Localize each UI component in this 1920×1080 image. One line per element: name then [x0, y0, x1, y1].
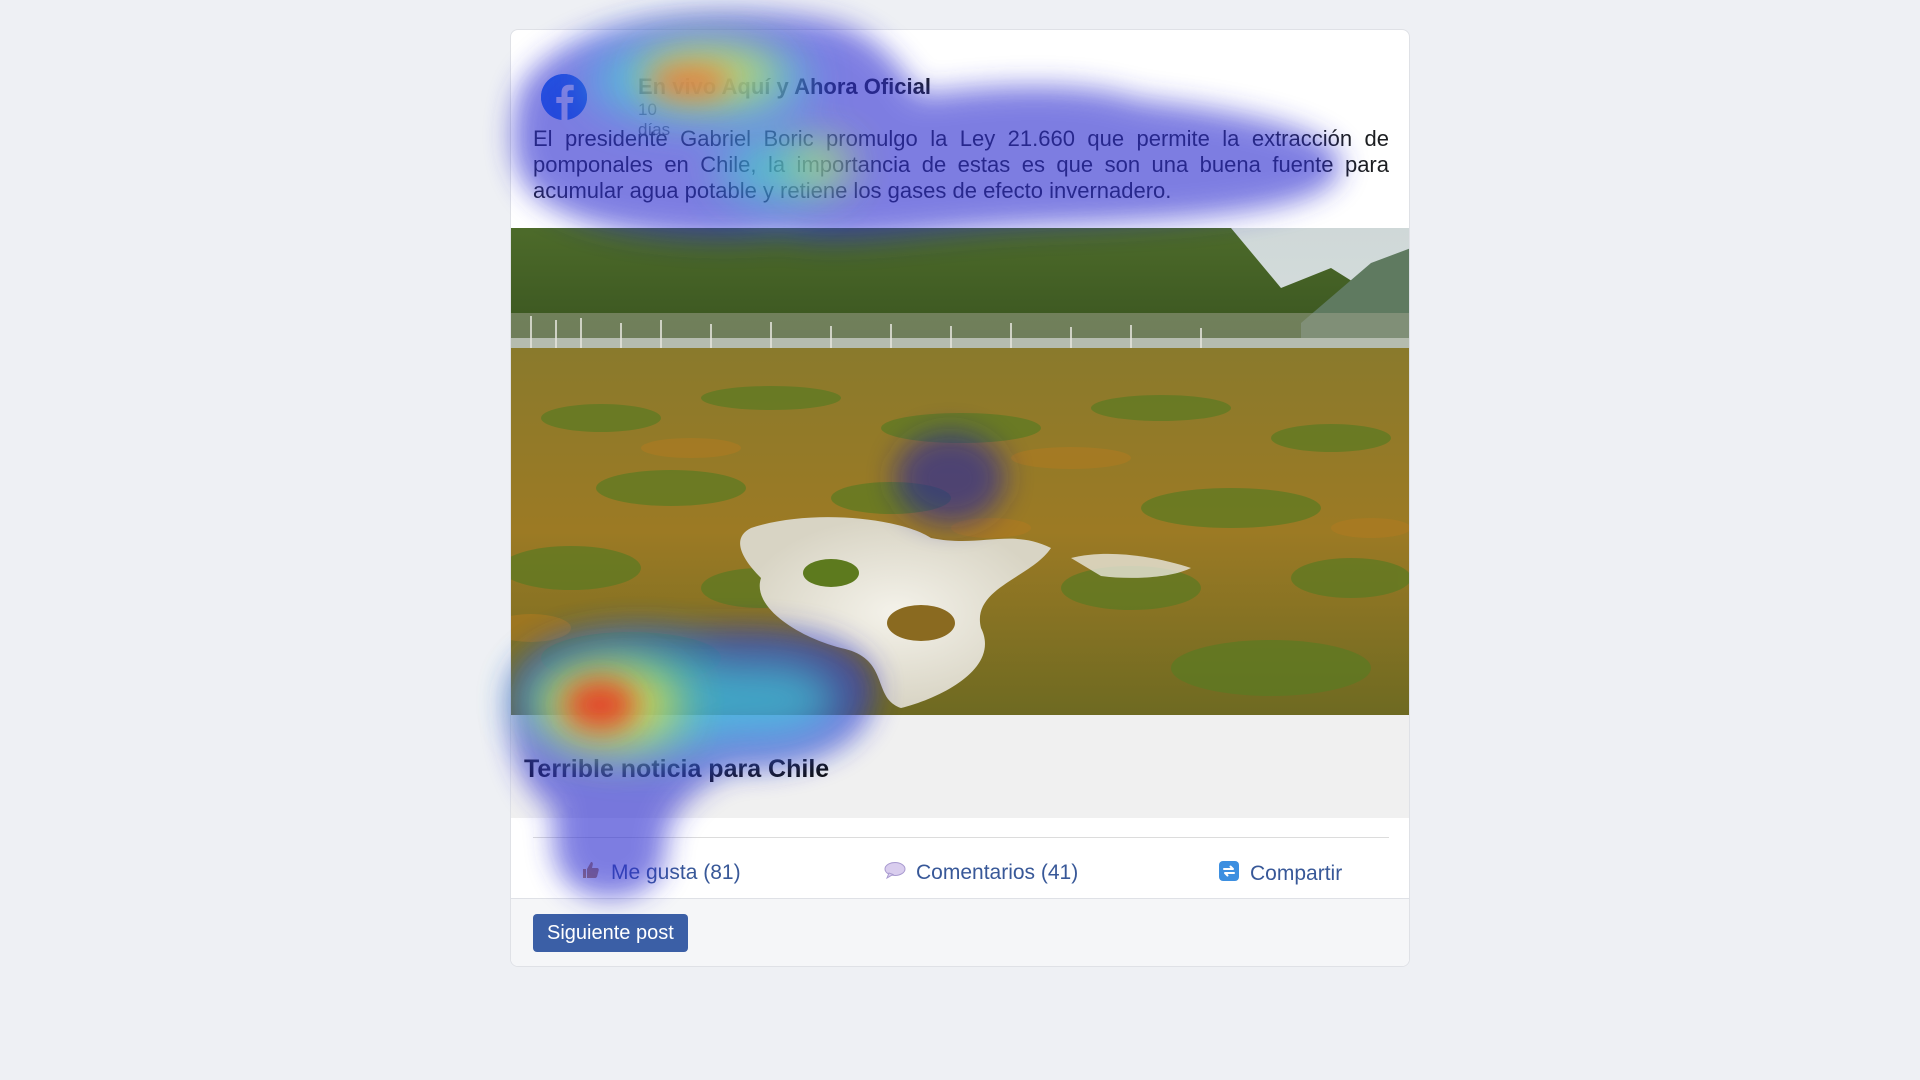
link-preview[interactable]: Terrible noticia para Chile — [511, 715, 1409, 818]
speech-bubble-icon — [884, 860, 906, 886]
author-name[interactable]: En vivo Aquí y Ahora Oficial — [638, 74, 931, 100]
post-text: El presidente Gabriel Boric promulgo la … — [533, 126, 1389, 203]
share-label: Compartir — [1250, 862, 1343, 885]
post-footer: Siguiente post — [511, 898, 1409, 966]
facebook-logo-icon[interactable] — [541, 74, 587, 120]
thumbs-up-icon — [581, 860, 601, 886]
like-button[interactable]: Me gusta (81) — [581, 860, 741, 886]
comments-button[interactable]: Comentarios (41) — [884, 860, 1078, 886]
share-arrows-icon — [1218, 860, 1240, 888]
action-bar: Me gusta (81) Comentarios (41) Compartir — [511, 838, 1409, 898]
post-card: En vivo Aquí y Ahora Oficial 10 días El … — [510, 29, 1410, 967]
next-post-button[interactable]: Siguiente post — [533, 914, 688, 952]
comments-label: Comentarios (41) — [916, 861, 1079, 884]
peat-bog-landscape-image — [511, 228, 1409, 715]
link-title[interactable]: Terrible noticia para Chile — [524, 755, 829, 784]
share-button[interactable]: Compartir — [1218, 860, 1342, 888]
like-label: Me gusta (81) — [611, 861, 741, 884]
post-photo[interactable] — [511, 228, 1409, 715]
